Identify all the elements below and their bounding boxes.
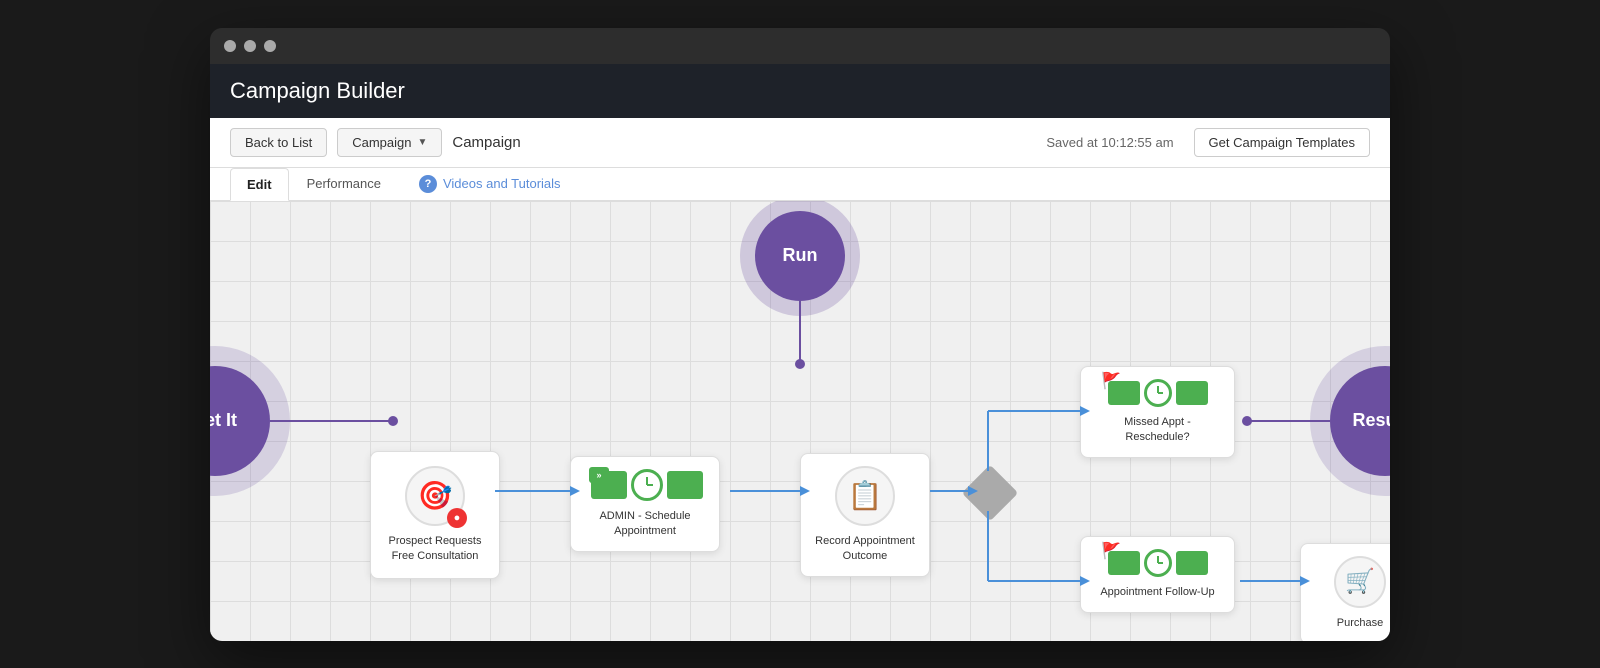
results-circle[interactable]: Results — [1330, 366, 1390, 476]
set-it-circle[interactable]: Set It — [210, 366, 270, 476]
missed-appt-label: Missed Appt - Reschedule? — [1093, 415, 1222, 446]
run-dot — [795, 359, 805, 369]
tab-help[interactable]: ? Videos and Tutorials — [419, 175, 561, 193]
saved-status: Saved at 10:12:55 am — [1046, 135, 1173, 150]
clock-icon-2 — [1144, 379, 1172, 407]
traffic-light-minimize[interactable] — [244, 40, 256, 52]
get-campaign-templates-button[interactable]: Get Campaign Templates — [1194, 128, 1370, 157]
canvas-area: Set It Results Run — [210, 201, 1390, 641]
clock-icon — [631, 469, 663, 501]
flag-icon-missed: 🚩 — [1101, 371, 1121, 391]
prospect-icon: 🎯 ● — [405, 466, 465, 526]
clock-icon-3 — [1144, 549, 1172, 577]
purchase-label: Purchase — [1337, 616, 1383, 631]
help-label: Videos and Tutorials — [443, 176, 561, 191]
prospect-node[interactable]: 🎯 ● Prospect Requests Free Consultation — [370, 451, 500, 580]
missed-appt-icon — [1108, 379, 1208, 407]
run-label: Run — [783, 245, 818, 266]
cart-icon: 🛒 — [1334, 556, 1386, 608]
campaign-dropdown-label: Campaign — [352, 135, 411, 150]
results-connector-line — [1250, 420, 1330, 422]
record-icon: 📋 — [835, 466, 895, 526]
decision-diamond[interactable] — [962, 464, 1019, 521]
appointment-followup-node[interactable]: 🚩 Appointment Follow-Up — [1080, 536, 1235, 613]
green-block-right — [667, 471, 703, 499]
back-to-list-button[interactable]: Back to List — [230, 128, 327, 157]
prospect-badge: ● — [447, 508, 467, 528]
tab-performance[interactable]: Performance — [291, 168, 397, 199]
record-label: Record Appointment Outcome — [813, 534, 917, 565]
chevron-down-icon: ▼ — [417, 137, 427, 148]
gb2 — [1176, 381, 1208, 405]
gb4 — [1176, 551, 1208, 575]
admin-schedule-node[interactable]: » ADMIN - Schedule Appointment — [570, 456, 720, 553]
toolbar: Back to List Campaign ▼ Saved at 10:12:5… — [210, 118, 1390, 168]
results-label: Results — [1352, 410, 1390, 431]
app-header: Campaign Builder — [210, 64, 1390, 118]
missed-appt-node[interactable]: 🚩 Missed Appt - Reschedule? — [1080, 366, 1235, 459]
tabs-bar: Edit Performance ? Videos and Tutorials — [210, 168, 1390, 201]
traffic-light-maximize[interactable] — [264, 40, 276, 52]
followup-label: Appointment Follow-Up — [1100, 585, 1214, 600]
arrow-badge: » — [589, 467, 609, 483]
prospect-label: Prospect Requests Free Consultation — [385, 534, 485, 565]
help-icon: ? — [419, 175, 437, 193]
admin-schedule-label: ADMIN - Schedule Appointment — [583, 509, 707, 540]
results-connector-dot — [1242, 416, 1252, 426]
set-it-connector-dot — [388, 416, 398, 426]
app-title: Campaign Builder — [230, 78, 405, 103]
tab-edit[interactable]: Edit — [230, 168, 289, 201]
set-it-label: Set It — [210, 410, 237, 431]
followup-icon — [1108, 549, 1208, 577]
flag-icon-followup: 🚩 — [1101, 541, 1121, 561]
titlebar — [210, 28, 1390, 64]
admin-schedule-icon: » — [587, 469, 703, 501]
campaign-dropdown-button[interactable]: Campaign ▼ — [337, 128, 442, 157]
set-it-connector-line — [270, 420, 390, 422]
record-node[interactable]: 📋 Record Appointment Outcome — [800, 453, 930, 578]
run-connector — [799, 301, 801, 361]
run-button[interactable]: Run — [755, 211, 845, 301]
app-window: Campaign Builder Back to List Campaign ▼… — [210, 28, 1390, 641]
campaign-name-input[interactable] — [452, 134, 652, 151]
purchase-node[interactable]: 🛒 Purchase — [1300, 543, 1390, 641]
traffic-light-close[interactable] — [224, 40, 236, 52]
